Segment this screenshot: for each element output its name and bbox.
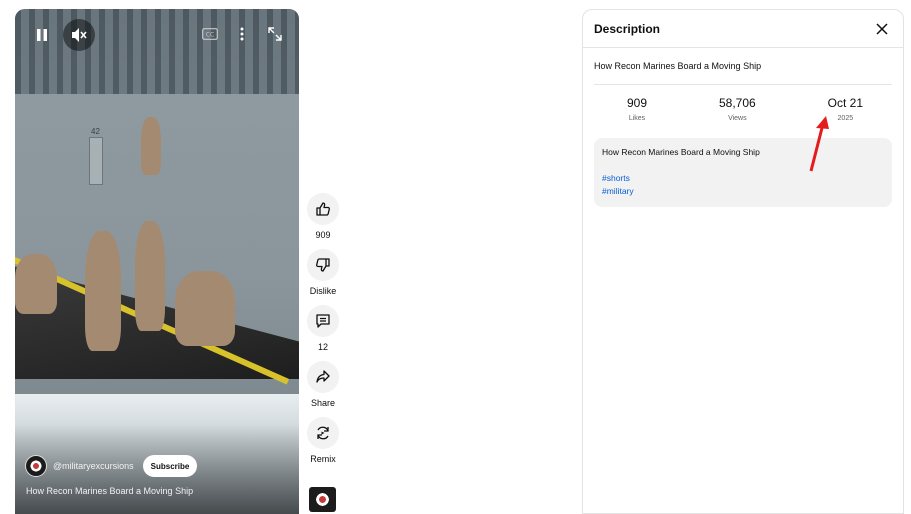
thumbs-up-icon (316, 202, 330, 216)
collapse-icon (268, 27, 282, 41)
pause-button[interactable] (28, 21, 56, 49)
more-options-button[interactable] (233, 23, 251, 45)
hull-number: 42 (91, 127, 100, 136)
close-button[interactable] (873, 20, 891, 38)
annotation-arrow-icon (809, 116, 829, 172)
marine-4 (15, 254, 57, 314)
stat-value: 58,706 (718, 96, 756, 110)
stat-label: Views (728, 115, 747, 122)
hashtag-link[interactable]: #shorts (602, 173, 630, 183)
remix-label: Remix (310, 454, 336, 464)
marine-climbing (141, 117, 161, 175)
more-vert-icon (240, 27, 244, 41)
remix-action: Remix (306, 417, 340, 464)
like-count: 909 (315, 230, 331, 240)
pause-icon (37, 29, 47, 41)
marine-2 (135, 221, 165, 331)
channel-handle[interactable]: @militaryexcursions (53, 461, 134, 471)
channel-avatar[interactable] (25, 455, 47, 477)
marine-1 (85, 231, 121, 351)
share-icon (316, 370, 330, 383)
marine-3 (175, 271, 235, 346)
stat-value: 909 (627, 96, 648, 110)
share-action: Share (306, 361, 340, 408)
comments-action: 12 (306, 305, 340, 352)
comments-button[interactable] (307, 305, 339, 337)
comment-icon (316, 314, 330, 328)
sound-channel-avatar[interactable] (309, 487, 336, 512)
subscribe-button[interactable]: Subscribe (142, 455, 198, 477)
stat-label: 2025 (837, 115, 854, 122)
share-button[interactable] (307, 361, 339, 393)
remix-button[interactable] (307, 417, 339, 449)
captions-button[interactable]: CC (201, 25, 219, 43)
captions-icon: CC (202, 28, 218, 40)
fullscreen-button[interactable] (265, 23, 285, 45)
like-button[interactable] (307, 193, 339, 225)
volume-muted-icon (72, 28, 87, 42)
svg-text:CC: CC (206, 32, 214, 39)
share-label: Share (310, 398, 336, 408)
shorts-page: 42 CC @militaryexcursions Subscribe How … (0, 0, 911, 514)
description-text: How Recon Marines Board a Moving Ship (602, 147, 760, 157)
channel-row: @militaryexcursions Subscribe (25, 455, 198, 477)
video-title[interactable]: How Recon Marines Board a Moving Ship (26, 486, 193, 496)
description-body: How Recon Marines Board a Moving Ship #s… (594, 138, 892, 207)
stats-row: 909 Likes 58,706 Views Oct 21 2025 (583, 85, 903, 138)
dislike-label: Dislike (309, 286, 337, 296)
description-panel: Description How Recon Marines Board a Mo… (582, 9, 904, 514)
description-video-title: How Recon Marines Board a Moving Ship (594, 61, 762, 71)
remix-icon (317, 426, 329, 440)
stat-value: Oct 21 (827, 96, 863, 110)
stat-views: 58,706 Views (719, 96, 756, 138)
stat-label: Likes (628, 115, 646, 122)
dislike-button[interactable] (307, 249, 339, 281)
video-player[interactable]: 42 CC @militaryexcursions Subscribe How … (15, 9, 299, 514)
dislike-action: Dislike (306, 249, 340, 296)
comments-count: 12 (317, 342, 328, 352)
close-icon (876, 22, 888, 35)
mute-button[interactable] (63, 19, 95, 51)
like-action: 909 (306, 193, 340, 240)
stat-likes: 909 Likes (627, 96, 647, 138)
panel-header: Description (583, 10, 903, 48)
thumbs-down-icon (316, 258, 330, 272)
ship-deck (15, 9, 299, 97)
hull-hatch (89, 137, 103, 185)
panel-title: Description (594, 21, 661, 36)
action-rail: 909 Dislike 12 Share Remix (306, 193, 340, 473)
hashtag-link[interactable]: #military (602, 186, 634, 196)
